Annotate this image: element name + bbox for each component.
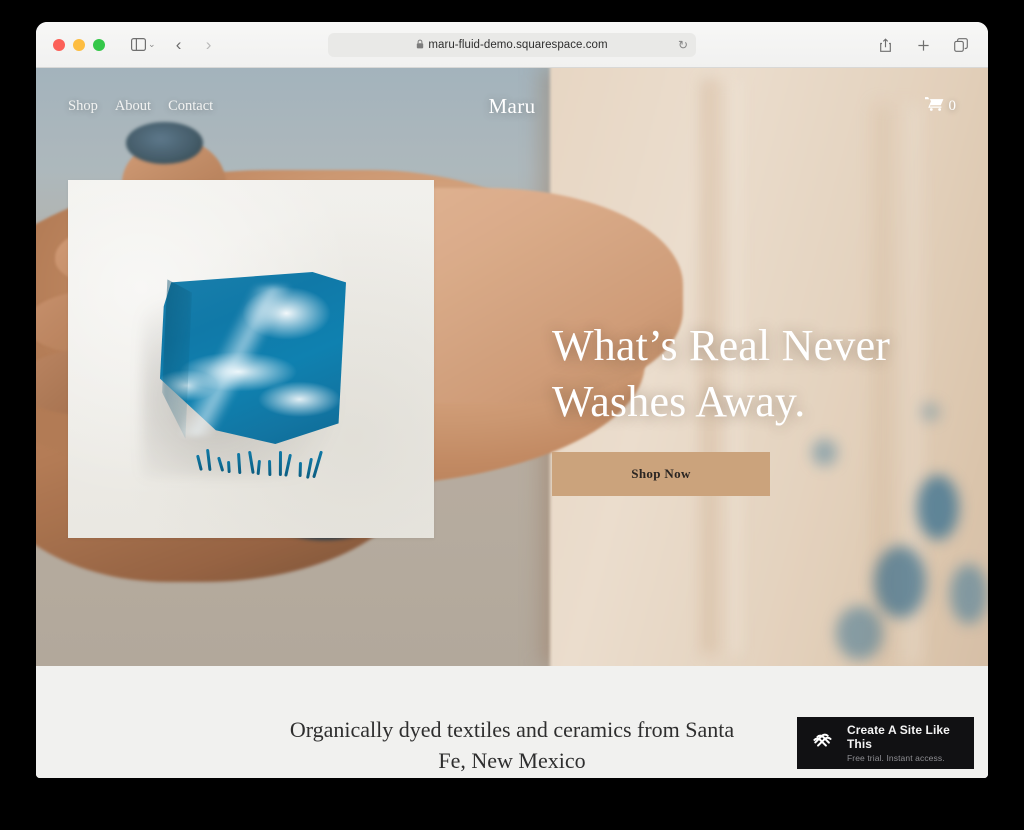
close-window-button[interactable] [53, 38, 65, 51]
navigation-arrows: ‹ › [166, 33, 222, 57]
towel-crease [180, 286, 290, 436]
towel-fringe-strand [196, 454, 203, 471]
hero-copy: What’s Real Never Washes Away. Shop Now [552, 318, 932, 496]
address-bar[interactable]: maru-fluid-demo.squarespace.com ↻ [328, 33, 696, 57]
reload-icon[interactable]: ↻ [678, 39, 688, 51]
hero-section: What’s Real Never Washes Away. Shop Now … [36, 68, 988, 666]
site-logo[interactable]: Maru [36, 94, 988, 119]
towel-fringe-strand [268, 459, 272, 476]
forward-button[interactable]: › [196, 33, 222, 57]
shop-now-button[interactable]: Shop Now [552, 451, 770, 496]
site-header: Shop About Contact Maru 0 [36, 68, 988, 144]
towel-fringe-strand [227, 460, 231, 474]
chevron-down-icon[interactable]: ⌄ [148, 39, 156, 50]
towel-fringe-strand [237, 452, 242, 474]
browser-toolbar: ⌄ ‹ › maru-fluid-demo.squarespace.com ↻ [36, 22, 988, 68]
hero-product-image[interactable] [68, 180, 434, 538]
towel-fringe-strand [278, 451, 282, 477]
tab-overview-icon[interactable] [948, 33, 974, 57]
share-icon[interactable] [872, 33, 898, 57]
window-controls [53, 38, 105, 51]
minimize-window-button[interactable] [73, 38, 85, 51]
towel-fringe [196, 433, 326, 479]
badge-subtitle: Free trial. Instant access. [847, 753, 945, 763]
cart-count: 0 [948, 97, 957, 114]
maximize-window-button[interactable] [93, 38, 105, 51]
create-site-badge[interactable]: Create A Site Like This Free trial. Inst… [797, 717, 974, 769]
cart-link[interactable]: 0 [924, 96, 957, 116]
hero-headline: What’s Real Never Washes Away. [552, 318, 932, 430]
hero-headline-line-1: What’s Real Never [552, 321, 891, 370]
cart-icon [924, 96, 944, 116]
browser-window: ⌄ ‹ › maru-fluid-demo.squarespace.com ↻ [36, 22, 988, 778]
back-button[interactable]: ‹ [166, 33, 192, 57]
badge-text: Create A Site Like This Free trial. Inst… [847, 723, 960, 763]
intro-text: Organically dyed textiles and ceramics f… [277, 714, 747, 778]
hero-headline-line-2: Washes Away. [552, 376, 806, 426]
page-viewport: What’s Real Never Washes Away. Shop Now … [36, 68, 988, 778]
sidebar-toggle-group[interactable]: ⌄ [125, 33, 156, 57]
plus-icon[interactable] [910, 33, 936, 57]
intro-line-1: Organically dyed textiles and ceramics f… [289, 717, 680, 742]
toolbar-right-actions [872, 22, 974, 68]
product-towel [142, 272, 352, 479]
squarespace-logo-icon [811, 728, 836, 758]
towel-fringe-strand [206, 449, 212, 472]
badge-title: Create A Site Like This [847, 723, 950, 751]
lock-icon [416, 39, 424, 51]
url-text: maru-fluid-demo.squarespace.com [428, 39, 608, 51]
